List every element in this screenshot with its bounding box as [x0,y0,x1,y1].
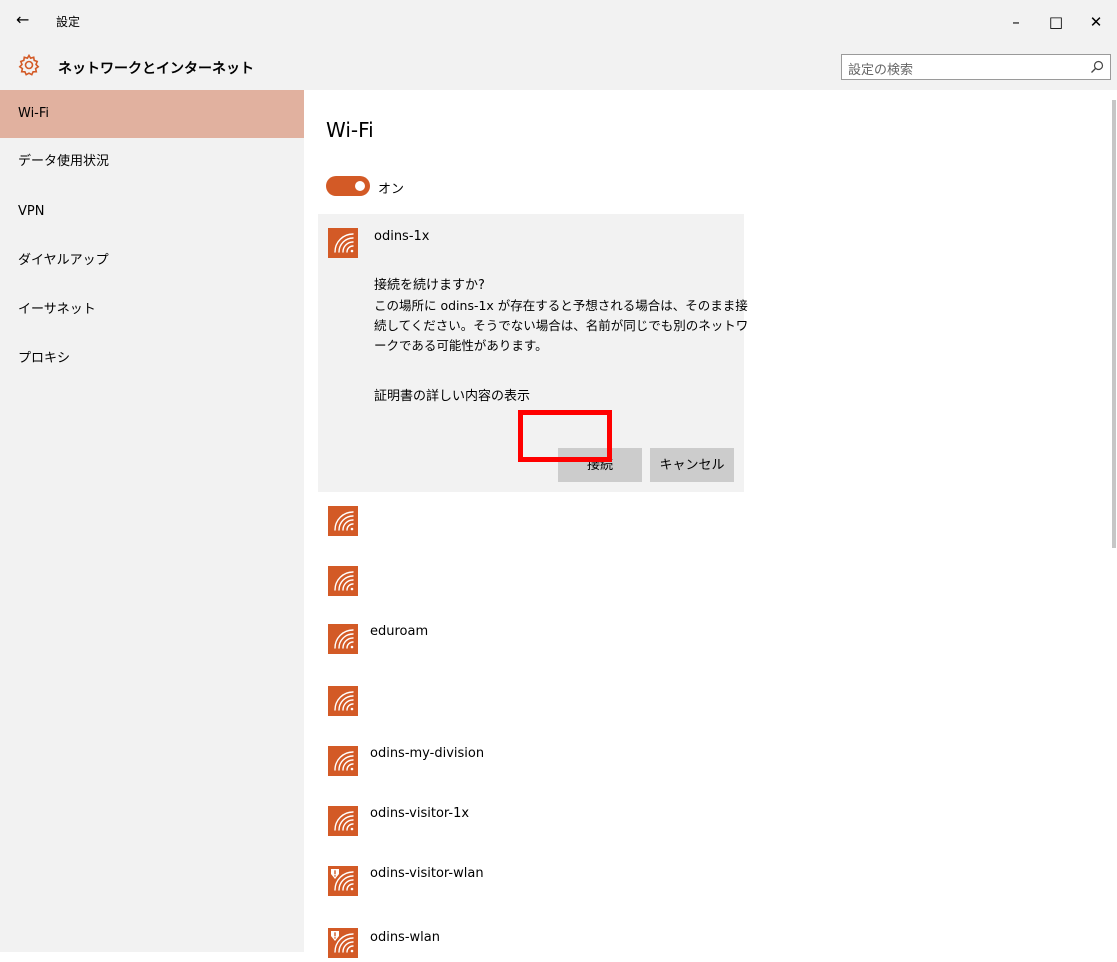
sidebar-item-dialup[interactable]: ダイヤルアップ [0,237,304,285]
search-icon[interactable] [1090,60,1104,74]
wifi-signal-icon [328,624,358,654]
wifi-signal-icon [328,566,358,596]
sidebar-item-proxy[interactable]: プロキシ [0,335,304,383]
certificate-details-link[interactable]: 証明書の詳しい内容の表示 [374,385,530,404]
scroll-thumb[interactable] [1112,100,1116,548]
main-content: Wi-Fi オン odins-1x 接続を続けますか? この場所に odins-… [304,90,1117,958]
wifi-warning-icon [328,866,358,896]
search-placeholder: 設定の検索 [848,63,914,78]
network-name: odins-visitor-wlan [370,866,484,881]
wifi-signal-icon [328,806,358,836]
wifi-signal-icon [328,686,358,716]
connect-question: 接続を続けますか? [374,278,485,293]
page-header: ネットワークとインターネット 設定の検索 [0,44,1117,90]
network-name: odins-visitor-1x [370,806,470,821]
gear-icon [18,53,40,76]
highlight-box [518,410,612,462]
wifi-warning-icon [328,928,358,958]
wifi-signal-icon [328,506,358,536]
close-button[interactable]: ✕ [1076,8,1116,36]
network-name: odins-1x [374,229,430,244]
toggle-knob [355,181,365,191]
network-name: odins-wlan [370,930,440,945]
maximize-button[interactable]: □ [1036,8,1076,36]
sidebar-item-wifi[interactable]: Wi-Fi [0,90,304,138]
cancel-button[interactable]: キャンセル [650,448,734,482]
wifi-toggle[interactable] [326,176,370,196]
minimize-button[interactable]: – [996,8,1036,36]
window-title: 設定 [56,15,81,29]
search-input[interactable]: 設定の検索 [841,54,1111,80]
page-title: Wi-Fi [326,118,374,142]
wifi-toggle-label: オン [378,182,405,197]
sidebar-item-vpn[interactable]: VPN [0,188,304,236]
sidebar-item-ethernet[interactable]: イーサネット [0,286,304,334]
sidebar: Wi-Fi データ使用状況 VPN ダイヤルアップ イーサネット プロキシ [0,90,304,952]
title-bar: ← 設定 – □ ✕ [0,0,1117,44]
wifi-signal-icon [328,228,358,258]
connect-description: この場所に odins-1x が存在すると予想される場合は、そのまま接続してくだ… [374,298,749,353]
wifi-signal-icon [328,746,358,776]
network-name: odins-my-division [370,746,485,761]
section-title: ネットワークとインターネット [58,61,254,77]
network-name: eduroam [370,624,429,639]
back-button[interactable]: ← [16,10,29,29]
sidebar-item-data-usage[interactable]: データ使用状況 [0,138,304,186]
scrollbar[interactable] [1109,90,1117,952]
